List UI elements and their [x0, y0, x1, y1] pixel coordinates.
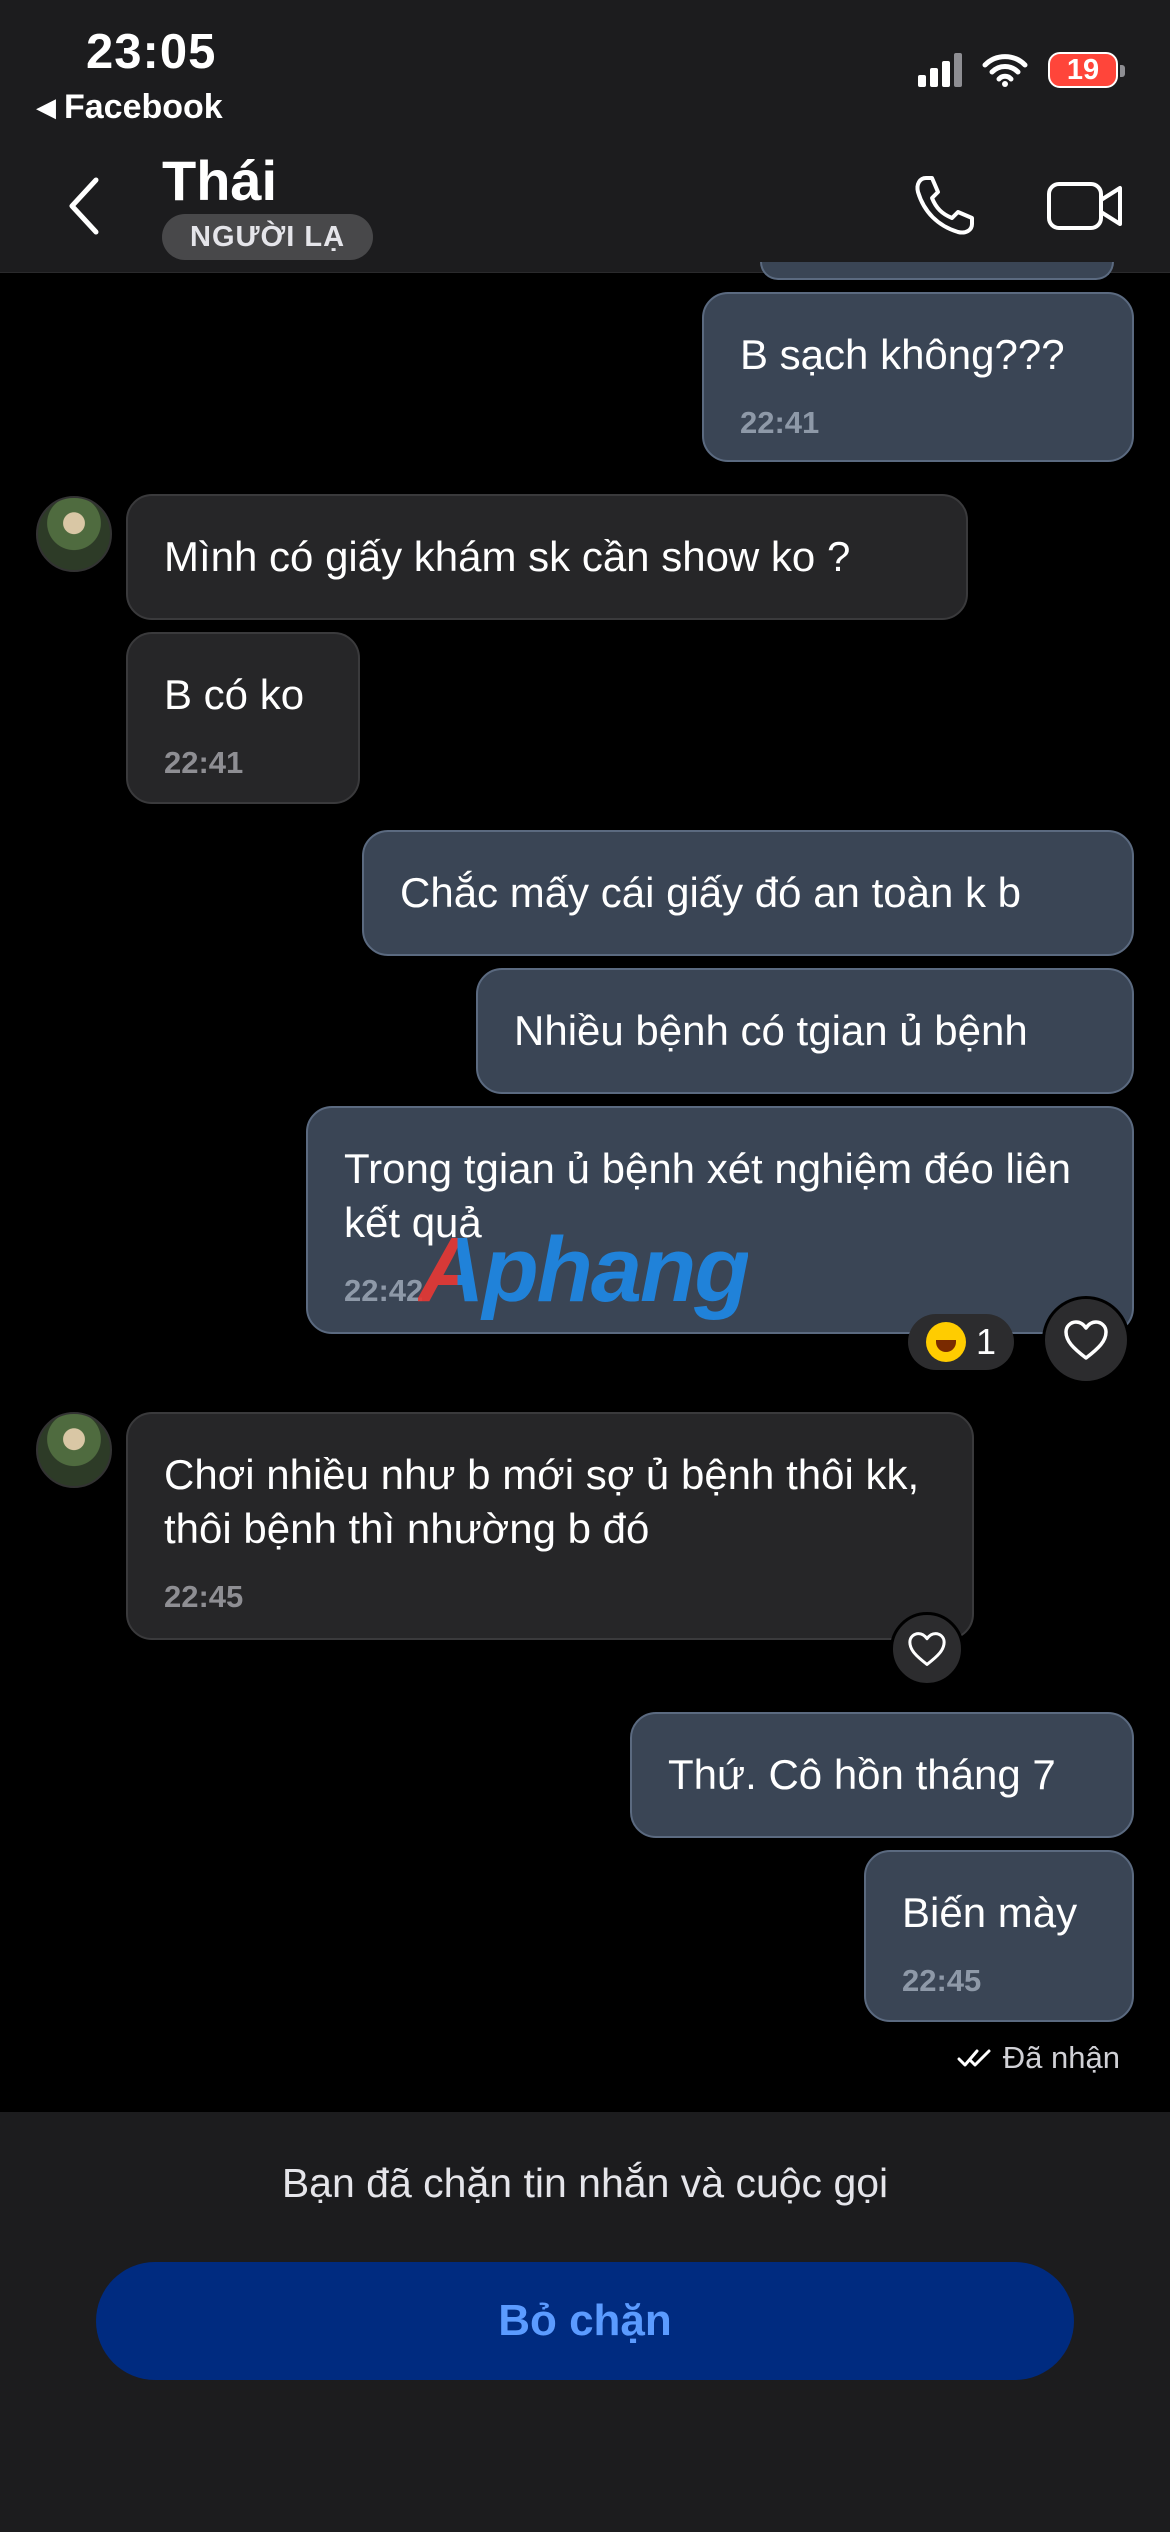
back-to-app-link[interactable]: ◀ Facebook — [36, 88, 223, 127]
watermark-logo: Aphang — [418, 1219, 750, 1321]
back-app-label: Facebook — [64, 88, 223, 126]
message-time: 22:41 — [740, 405, 820, 440]
message-text: Biến mày — [902, 1889, 1078, 1936]
blocked-notice: Bạn đã chặn tin nhắn và cuộc gọi — [281, 2160, 889, 2206]
message-text: Chơi nhiều như b mới sợ ủ bệnh thôi kk, … — [164, 1451, 920, 1552]
message-text: B có ko — [164, 671, 305, 718]
contact-name[interactable]: Thái — [162, 148, 277, 213]
back-triangle-icon: ◀ — [36, 92, 56, 122]
message-text: Mình có giấy khám sk cần show ko ? — [164, 533, 851, 580]
cellular-signal-icon — [918, 53, 962, 87]
heart-icon — [908, 1632, 946, 1666]
message-text: Thứ. Cô hồn tháng 7 — [668, 1751, 1056, 1798]
status-icons: 19 — [918, 52, 1125, 88]
contact-avatar[interactable] — [36, 1412, 112, 1488]
delivery-status-label: Đã nhận — [1002, 2040, 1120, 2075]
laughing-emoji-icon — [926, 1322, 966, 1362]
message-bubble-incoming[interactable]: Chơi nhiều như b mới sợ ủ bệnh thôi kk, … — [126, 1412, 974, 1640]
stranger-badge: NGƯỜI LẠ — [162, 214, 374, 260]
message-bubble-outgoing[interactable]: Biến mày 22:45 — [864, 1850, 1134, 2022]
video-camera-icon[interactable] — [1046, 178, 1124, 234]
contact-avatar[interactable] — [36, 496, 112, 572]
message-bubble-incoming[interactable]: Mình có giấy khám sk cần show ko ? — [126, 494, 968, 620]
previous-bubble-edge — [760, 262, 1114, 280]
heart-react-button[interactable] — [890, 1612, 964, 1686]
reaction-count: 1 — [976, 1321, 997, 1362]
message-bubble-outgoing[interactable]: Thứ. Cô hồn tháng 7 — [630, 1712, 1134, 1838]
message-text: Chắc mấy cái giấy đó an toàn k b — [400, 869, 1022, 916]
message-time: 22:41 — [164, 745, 244, 780]
heart-react-button[interactable] — [1042, 1296, 1130, 1384]
message-text: B sạch không??? — [740, 331, 1065, 378]
message-text: Nhiều bệnh có tgian ủ bệnh — [514, 1007, 1028, 1054]
reaction-pill[interactable]: 1 — [908, 1314, 1015, 1370]
unblock-button[interactable]: Bỏ chặn — [96, 2262, 1074, 2380]
message-bubble-incoming[interactable]: B có ko 22:41 — [126, 632, 360, 804]
wifi-icon — [982, 54, 1028, 87]
message-bubble-outgoing[interactable]: B sạch không??? 22:41 — [702, 292, 1134, 462]
phone-icon[interactable] — [912, 172, 978, 238]
status-time: 23:05 — [86, 25, 217, 79]
double-check-icon — [957, 2049, 991, 2067]
header-bar: 23:05 ◀ Facebook 19 Thái NGƯỜI LẠ — [0, 0, 1170, 273]
battery-indicator: 19 — [1048, 52, 1125, 88]
back-chevron-icon[interactable] — [66, 176, 102, 236]
delivery-status: Đã nhận — [957, 2040, 1120, 2076]
message-bubble-outgoing[interactable]: Nhiều bệnh có tgian ủ bệnh — [476, 968, 1134, 1094]
message-bubble-outgoing[interactable]: Chắc mấy cái giấy đó an toàn k b — [362, 830, 1134, 956]
message-time: 22:45 — [164, 1579, 244, 1614]
message-time: 22:45 — [902, 1963, 982, 1998]
heart-icon — [1064, 1320, 1108, 1360]
